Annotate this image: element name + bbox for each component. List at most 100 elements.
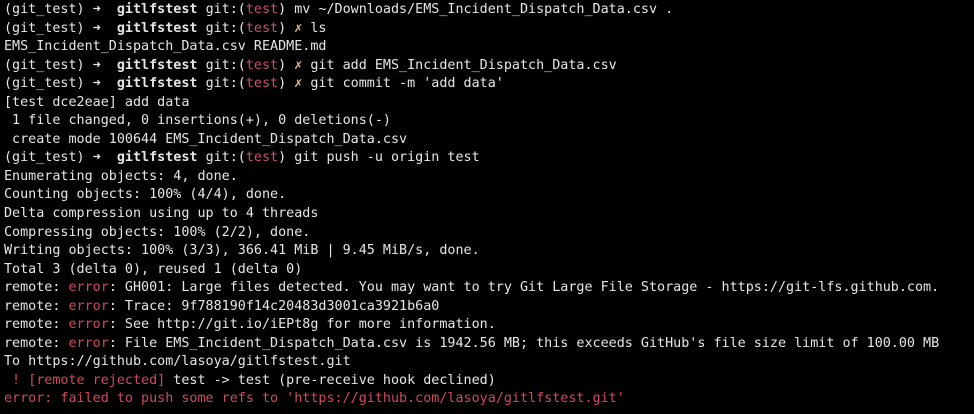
- remote-error-line: remote: error: See http://git.io/iEPt8g …: [4, 316, 974, 335]
- output-line: create mode 100644 EMS_Incident_Dispatch…: [4, 131, 974, 150]
- prompt-line: (git_test) ➜ gitlfstest git:(test) mv ~/…: [4, 1, 974, 20]
- prompt-branch: test: [245, 57, 279, 73]
- prompt-line: (git_test) ➜ gitlfstest git:(test) ✗ git…: [4, 57, 974, 76]
- prompt-git-suffix: ): [278, 150, 287, 166]
- remote-prefix: remote:: [4, 335, 69, 351]
- prompt-env: (git_test): [4, 150, 85, 166]
- prompt-directory: gitlfstest: [116, 57, 198, 73]
- command-text: ls: [310, 20, 327, 36]
- rejected-bang: !: [4, 372, 29, 388]
- error-label: error: [68, 335, 109, 351]
- prompt-line: (git_test) ➜ gitlfstest git:(test) ✗ ls: [4, 20, 974, 39]
- output-line: Writing objects: 100% (3/3), 366.41 MiB …: [4, 242, 974, 261]
- output-line: Total 3 (delta 0), reused 1 (delta 0): [4, 261, 974, 280]
- remote-prefix: remote:: [4, 317, 69, 333]
- output-text: 1 file changed, 0 insertions(+), 0 delet…: [4, 113, 391, 129]
- error-label: error: [68, 317, 109, 333]
- output-line: Compressing objects: 100% (2/2), done.: [4, 224, 974, 243]
- remote-error-line: remote: error: GH001: Large files detect…: [4, 279, 974, 298]
- prompt-directory: gitlfstest: [116, 20, 198, 36]
- error-label: error: [68, 280, 109, 296]
- command-text: mv ~/Downloads/EMS_Incident_Dispatch_Dat…: [294, 2, 674, 17]
- prompt-directory: gitlfstest: [116, 76, 198, 92]
- output-text: EMS_Incident_Dispatch_Data.csv README.md: [4, 39, 327, 55]
- output-text: Counting objects: 100% (4/4), done.: [4, 187, 287, 203]
- error-text: : File EMS_Incident_Dispatch_Data.csv is…: [108, 335, 940, 351]
- terminal-window[interactable]: (git_test) ➜ gitlfstest git:(test) mv ~/…: [0, 0, 974, 414]
- output-text: To https://github.com/lasoya/gitlfstest.…: [4, 354, 351, 370]
- prompt-directory: gitlfstest: [116, 2, 198, 17]
- prompt-git-prefix: git:(: [205, 2, 246, 17]
- remote-prefix: remote:: [4, 298, 69, 314]
- output-line: Enumerating objects: 4, done.: [4, 168, 974, 187]
- error-text: : Trace: 9f788190f14c20483d3001ca3921b6a…: [108, 298, 440, 314]
- command-text: git commit -m 'add data': [310, 76, 504, 92]
- output-text: Writing objects: 100% (3/3), 366.41 MiB …: [4, 243, 480, 259]
- prompt-git-prefix: git:(: [205, 76, 246, 92]
- output-text: [test dce2eae] add data: [4, 94, 190, 110]
- output-line: EMS_Incident_Dispatch_Data.csv README.md: [4, 38, 974, 57]
- prompt-git-prefix: git:(: [205, 20, 246, 36]
- prompt-env: (git_test): [4, 57, 85, 73]
- output-text: create mode 100644 EMS_Incident_Dispatch…: [4, 131, 408, 147]
- prompt-directory: gitlfstest: [116, 150, 198, 166]
- prompt-env: (git_test): [4, 2, 85, 17]
- prompt-git-suffix: ): [278, 2, 287, 17]
- prompt-line: (git_test) ➜ gitlfstest git:(test) ✗ git…: [4, 75, 974, 94]
- remote-error-line: remote: error: File EMS_Incident_Dispatc…: [4, 335, 974, 354]
- prompt-arrow-icon: ➜: [92, 20, 101, 36]
- output-line: Counting objects: 100% (4/4), done.: [4, 186, 974, 205]
- rejected-line: ! [remote rejected] test -> test (pre-re…: [4, 372, 974, 391]
- fatal-error-text: error: failed to push some refs to 'http…: [4, 391, 625, 407]
- output-line: 1 file changed, 0 insertions(+), 0 delet…: [4, 112, 974, 131]
- prompt-env: (git_test): [4, 20, 85, 36]
- output-text: Total 3 (delta 0), reused 1 (delta 0): [4, 261, 303, 277]
- prompt-git-suffix: ): [278, 76, 287, 92]
- prompt-arrow-icon: ➜: [92, 76, 101, 92]
- output-line: Delta compression using up to 4 threads: [4, 205, 974, 224]
- fatal-error-line: error: failed to push some refs to 'http…: [4, 390, 974, 409]
- prompt-line: (git_test) ➜ gitlfstest git:(test) git p…: [4, 149, 974, 168]
- command-text: git add EMS_Incident_Dispatch_Data.csv: [310, 57, 617, 73]
- remote-prefix: remote:: [4, 280, 69, 296]
- command-text: git push -u origin test: [294, 150, 480, 166]
- prompt-env: (git_test): [4, 76, 85, 92]
- prompt-git-prefix: git:(: [205, 150, 246, 166]
- error-label: error: [68, 298, 109, 314]
- prompt-git-suffix: ): [278, 57, 287, 73]
- output-text: Delta compression using up to 4 threads: [4, 206, 319, 222]
- prompt-branch: test: [245, 20, 279, 36]
- output-text: Compressing objects: 100% (2/2), done.: [4, 224, 311, 240]
- output-text: Enumerating objects: 4, done.: [4, 168, 238, 184]
- prompt-branch: test: [245, 2, 279, 17]
- prompt-arrow-icon: ➜: [92, 57, 101, 73]
- rejected-text: test -> test (pre-receive hook declined): [165, 372, 496, 388]
- prompt-git-suffix: ): [278, 20, 287, 36]
- remote-error-line: remote: error: Trace: 9f788190f14c20483d…: [4, 298, 974, 317]
- prompt-arrow-icon: ➜: [92, 150, 101, 166]
- prompt-branch: test: [245, 76, 279, 92]
- prompt-arrow-icon: ➜: [92, 2, 101, 17]
- output-line: To https://github.com/lasoya/gitlfstest.…: [4, 353, 974, 372]
- error-text: : See http://git.io/iEPt8g for more info…: [108, 317, 496, 333]
- prompt-git-prefix: git:(: [205, 57, 246, 73]
- prompt-branch: test: [245, 150, 279, 166]
- output-line: [test dce2eae] add data: [4, 94, 974, 113]
- error-text: : GH001: Large files detected. You may w…: [108, 280, 940, 296]
- rejected-label: [remote rejected]: [28, 372, 166, 388]
